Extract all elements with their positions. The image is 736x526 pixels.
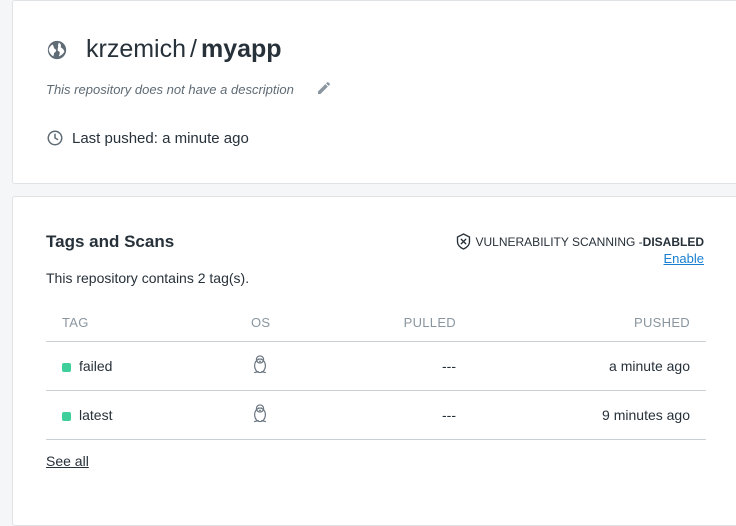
repository-owner[interactable]: krzemich [86, 35, 186, 64]
see-all-link[interactable]: See all [46, 453, 89, 469]
table-row[interactable]: latest --- 9 minutes ago [46, 391, 706, 440]
repository-description: This repository does not have a descript… [46, 82, 294, 97]
table-row[interactable]: failed --- a minute ago [46, 342, 706, 391]
tag-count-summary: This repository contains 2 tag(s). [46, 270, 250, 286]
os-cell [251, 355, 269, 377]
enable-scanning-link[interactable]: Enable [664, 251, 704, 266]
clock-icon [47, 130, 63, 146]
vulnerability-label: VULNERABILITY SCANNING - [475, 234, 643, 249]
vulnerability-scanning-status: VULNERABILITY SCANNING - DISABLED [456, 233, 704, 250]
section-title: Tags and Scans [46, 232, 175, 251]
shield-x-icon [456, 233, 470, 250]
status-indicator [62, 362, 71, 372]
status-indicator [62, 411, 71, 421]
linux-icon [253, 355, 267, 374]
repository-header-card: krzemich / myapp This repository does no… [12, 0, 736, 184]
tags-and-scans-card: Tags and Scans VULNERABILITY SCANNING - … [12, 196, 736, 526]
pulled-cell: --- [442, 407, 456, 423]
tag-cell: failed [62, 358, 112, 374]
column-header-pulled: PULLED [403, 315, 456, 330]
repository-title: krzemich / myapp [46, 35, 282, 64]
column-header-os: OS [251, 315, 271, 330]
tags-table: TAG OS PULLED PUSHED failed --- a minute… [46, 303, 706, 440]
pushed-cell: 9 minutes ago [602, 407, 690, 423]
pulled-cell: --- [442, 358, 456, 374]
repository-name: myapp [200, 35, 282, 63]
tag-name[interactable]: failed [79, 358, 112, 374]
tag-cell: latest [62, 407, 112, 423]
title-separator: / [190, 35, 197, 63]
last-pushed-text: Last pushed: a minute ago [72, 129, 249, 147]
pencil-icon[interactable] [316, 80, 332, 96]
tag-name[interactable]: latest [79, 407, 112, 423]
column-header-pushed: PUSHED [634, 315, 690, 330]
os-cell [251, 404, 269, 426]
last-pushed: Last pushed: a minute ago [46, 129, 249, 147]
vulnerability-state: DISABLED [642, 234, 704, 249]
column-header-tag: TAG [62, 315, 89, 330]
globe-icon [47, 40, 67, 59]
pushed-cell: a minute ago [609, 358, 690, 374]
linux-icon [253, 404, 267, 423]
table-header: TAG OS PULLED PUSHED [46, 303, 706, 342]
